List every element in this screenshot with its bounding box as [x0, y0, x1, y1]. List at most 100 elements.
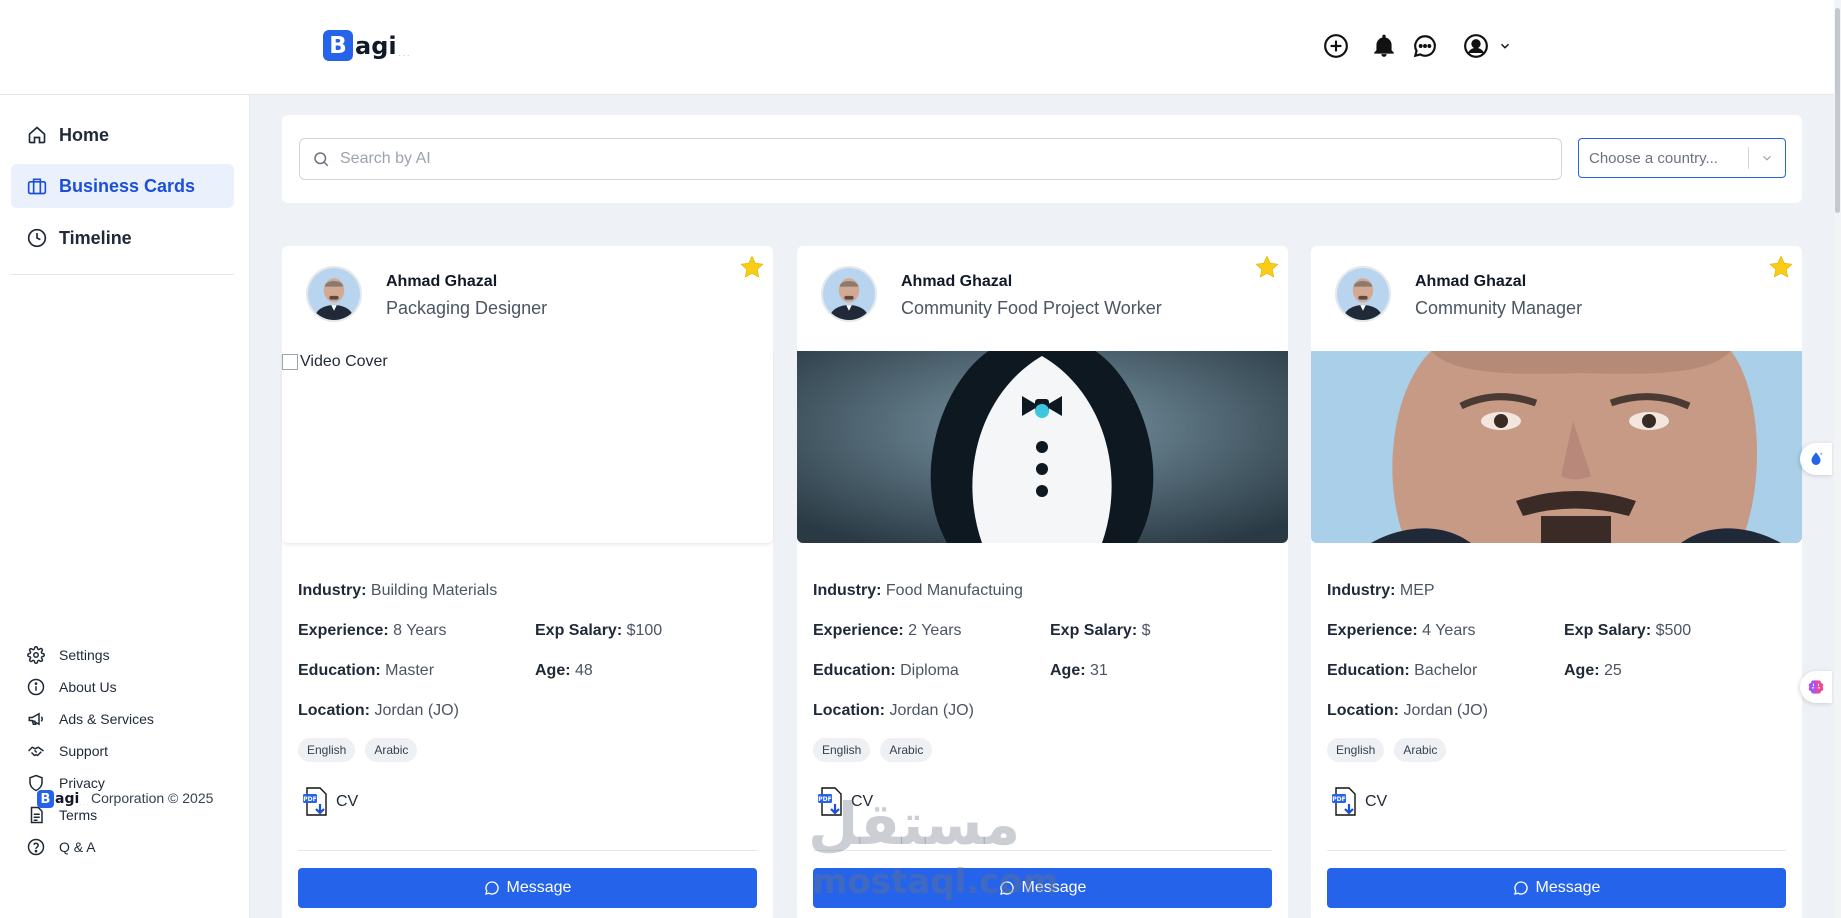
chat-bubble-icon — [484, 881, 499, 895]
search-icon — [314, 152, 329, 167]
cv-download[interactable]: PDF CV — [300, 786, 358, 818]
card-role: Community Manager — [1415, 298, 1583, 318]
page-scrollbar[interactable] — [1834, 0, 1841, 918]
language-tag: English — [1327, 738, 1385, 762]
sidebar-link-support[interactable]: Support — [27, 742, 108, 760]
avatar[interactable] — [1335, 266, 1391, 322]
business-card: Ahmad Ghazal Packaging Designer Video Co… — [282, 246, 773, 918]
sidebar-link-settings[interactable]: Settings — [27, 646, 110, 664]
education-value: Diploma — [900, 662, 959, 679]
plus-circle-icon[interactable] — [1323, 33, 1349, 59]
info-icon — [27, 678, 45, 696]
logo-text: agi — [355, 31, 397, 60]
scrollbar-thumb[interactable] — [1835, 8, 1840, 213]
cv-download[interactable]: PDF CV — [815, 786, 873, 818]
sidebar-link-terms[interactable]: Terms — [27, 806, 97, 824]
chat-bubble-icon[interactable] — [1412, 33, 1438, 59]
language-tags: English Arabic — [1327, 738, 1447, 762]
location-value: Jordan (JO) — [1403, 702, 1488, 719]
chat-bubble-icon — [1513, 881, 1528, 895]
card-role: Packaging Designer — [386, 298, 548, 318]
industry-value: Food Manufactuing — [885, 582, 1023, 599]
message-button[interactable]: Message — [298, 868, 757, 908]
pdf-download-icon: PDF — [303, 787, 327, 816]
card-name: Ahmad Ghazal — [386, 273, 498, 290]
video-cover-penguin[interactable] — [797, 351, 1288, 543]
logo-dots: ... — [398, 49, 412, 58]
brand-logo[interactable]: B agi ... — [323, 30, 411, 61]
message-button-label: Message — [1021, 879, 1087, 896]
age-field: Age: 31 — [1050, 662, 1108, 679]
brain-icon[interactable] — [1800, 671, 1832, 703]
experience-field: Experience: 8 Years — [298, 622, 447, 639]
sidebar-divider — [11, 274, 234, 275]
language-tag: Arabic — [365, 738, 418, 762]
home-icon — [27, 125, 47, 145]
sidebar-link-qa[interactable]: Q & A — [27, 838, 96, 856]
ai-assistant-icon[interactable] — [1800, 443, 1832, 475]
bell-icon[interactable] — [1371, 33, 1397, 59]
logo-text: agi — [55, 791, 80, 807]
svg-text:PDF: PDF — [303, 796, 316, 803]
age-value: 31 — [1090, 662, 1108, 679]
sidebar-item-timeline[interactable]: Timeline — [11, 216, 234, 260]
education-field: Education: Diploma — [813, 662, 959, 679]
message-button[interactable]: Message — [1327, 868, 1786, 908]
age-field: Age: 25 — [1564, 662, 1622, 679]
chevron-down-icon[interactable] — [1497, 33, 1513, 59]
experience-value: 8 Years — [393, 622, 447, 639]
cv-download[interactable]: PDF CV — [1329, 786, 1387, 818]
sidebar-link-label: About Us — [59, 679, 117, 695]
industry-field: Industry: MEP — [1327, 582, 1435, 599]
header-actions — [1323, 33, 1513, 59]
age-value: 48 — [575, 662, 593, 679]
star-icon[interactable] — [1254, 254, 1280, 280]
handshake-icon — [27, 742, 45, 760]
location-field: Location: Jordan (JO) — [298, 702, 459, 719]
sidebar-link-ads-services[interactable]: Ads & Services — [27, 710, 154, 728]
card-name: Ahmad Ghazal — [1415, 273, 1527, 290]
footer-logo: B agi ... — [37, 790, 90, 808]
user-circle-icon[interactable] — [1463, 33, 1489, 59]
sidebar-item-business-cards[interactable]: Business Cards — [11, 164, 234, 208]
language-tag: English — [298, 738, 356, 762]
search-panel: Choose a country... — [282, 115, 1802, 203]
business-card: Ahmad Ghazal Community Food Project Work… — [797, 246, 1288, 918]
star-icon[interactable] — [1768, 254, 1794, 280]
video-cover-alt-text: Video Cover — [300, 353, 388, 370]
sidebar-link-label: Settings — [59, 647, 110, 663]
message-button-label: Message — [506, 879, 572, 896]
copyright-text: Corporation © 2025 — [91, 790, 214, 806]
card-header: Ahmad Ghazal Packaging Designer — [282, 246, 773, 351]
language-tag: Arabic — [1394, 738, 1447, 762]
location-field: Location: Jordan (JO) — [1327, 702, 1488, 719]
avatar[interactable] — [821, 266, 877, 322]
country-select[interactable]: Choose a country... — [1578, 138, 1786, 178]
svg-text:PDF: PDF — [1332, 796, 1345, 803]
card-divider — [813, 850, 1272, 851]
sidebar-item-home[interactable]: Home — [11, 113, 234, 157]
star-icon[interactable] — [739, 254, 765, 280]
sidebar-item-label: Business Cards — [59, 175, 196, 196]
salary-value: $ — [1141, 622, 1151, 639]
card-header: Ahmad Ghazal Community Food Project Work… — [797, 246, 1288, 351]
sidebar-link-label: Ads & Services — [59, 711, 154, 727]
location-value: Jordan (JO) — [374, 702, 459, 719]
ai-search-input[interactable] — [340, 150, 1561, 168]
sidebar-link-label: Terms — [59, 807, 98, 823]
pdf-download-icon: PDF — [1332, 787, 1356, 816]
location-value: Jordan (JO) — [889, 702, 974, 719]
language-tag: Arabic — [880, 738, 933, 762]
industry-field: Industry: Building Materials — [298, 582, 498, 599]
card-header: Ahmad Ghazal Community Manager — [1311, 246, 1802, 351]
broken-image-alt: Video Cover — [282, 353, 388, 371]
education-field: Education: Bachelor — [1327, 662, 1478, 679]
video-cover-broken[interactable]: Video Cover — [282, 351, 773, 543]
experience-field: Experience: 4 Years — [1327, 622, 1476, 639]
message-button[interactable]: Message — [813, 868, 1272, 908]
chevron-down-icon — [1749, 151, 1785, 165]
sidebar-link-about-us[interactable]: About Us — [27, 678, 117, 696]
salary-value: $500 — [1655, 622, 1692, 639]
avatar[interactable] — [306, 266, 362, 322]
video-cover-portrait[interactable] — [1311, 351, 1802, 543]
